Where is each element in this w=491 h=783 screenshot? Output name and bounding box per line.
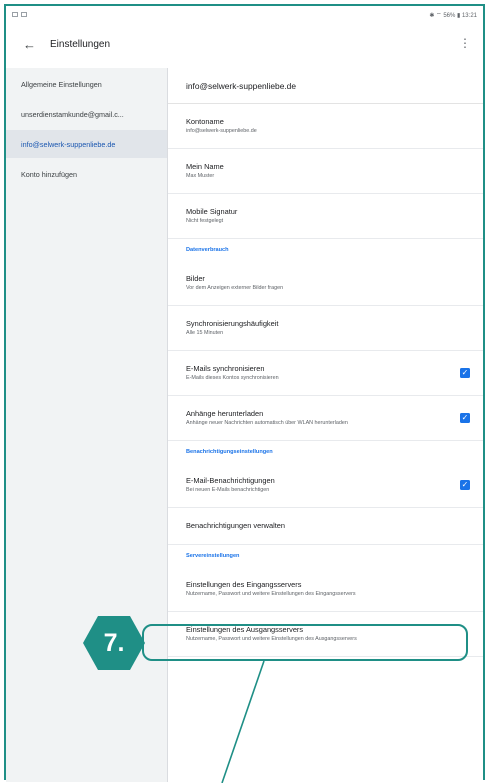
sync-emails-checkbox[interactable]: ✓ bbox=[460, 368, 470, 378]
arrow-left-icon[interactable]: ← bbox=[23, 38, 36, 52]
setting-summary: Nicht festgelegt bbox=[186, 218, 224, 224]
setting-title: Einstellungen des Eingangsservers bbox=[186, 580, 302, 589]
settings-panel: info@selwerk-suppenliebe.de Kontoname in… bbox=[168, 68, 483, 780]
callout-step-number: 7. bbox=[103, 628, 125, 657]
setting-summary: E-Mails dieses Kontos synchronisieren bbox=[186, 375, 279, 381]
setting-summary: Alle 15 Minuten bbox=[186, 330, 224, 336]
notification-icon bbox=[12, 12, 18, 17]
setting-title: E-Mails synchronisieren bbox=[186, 364, 265, 373]
sidebar-item-account-selwerk[interactable]: info@selwerk-suppenliebe.de bbox=[6, 130, 167, 158]
setting-title: Anhänge herunterladen bbox=[186, 409, 264, 418]
setting-sync-emails[interactable]: E-Mails synchronisieren E-Mails dieses K… bbox=[168, 351, 483, 396]
setting-images[interactable]: Bilder Vor dem Anzeigen externer Bilder … bbox=[168, 261, 483, 306]
page-title: Einstellungen bbox=[50, 39, 111, 50]
setting-summary: Bei neuen E-Mails benachrichtigen bbox=[186, 487, 270, 493]
setting-account-name[interactable]: Kontoname info@selwerk-suppenliebe.de bbox=[168, 104, 483, 149]
setting-title: Mobile Signatur bbox=[186, 207, 238, 216]
status-indicators: ✱ ⌔ 56% ▮ 13:21 bbox=[429, 13, 477, 19]
setting-mobile-signature[interactable]: Mobile Signatur Nicht festgelegt bbox=[168, 194, 483, 239]
sidebar-item-account-gmail[interactable]: unserdienstamkunde@gmail.c... bbox=[6, 100, 167, 128]
setting-summary: Nutzername, Passwort und weitere Einstel… bbox=[186, 591, 356, 597]
settings-sidebar: Allgemeine Einstellungen unserdienstamku… bbox=[6, 68, 168, 782]
status-bar: ✱ ⌔ 56% ▮ 13:21 bbox=[6, 6, 483, 26]
section-header-data-usage: Datenverbrauch bbox=[186, 247, 229, 253]
setting-summary: info@selwerk-suppenliebe.de bbox=[186, 128, 257, 134]
email-notifications-checkbox[interactable]: ✓ bbox=[460, 480, 470, 490]
setting-download-attachments[interactable]: Anhänge herunterladen Anhänge neuer Nach… bbox=[168, 396, 483, 441]
setting-summary: Nutzername, Passwort und weitere Einstel… bbox=[186, 636, 357, 642]
notification-icons bbox=[12, 12, 27, 17]
setting-title: Benachrichtigungen verwalten bbox=[186, 521, 286, 530]
setting-summary: Vor dem Anzeigen externer Bilder fragen bbox=[186, 285, 284, 291]
sidebar-item-general[interactable]: Allgemeine Einstellungen bbox=[6, 70, 167, 98]
setting-outgoing-server[interactable]: Einstellungen des Ausgangsservers Nutzer… bbox=[168, 612, 483, 657]
notification-icon bbox=[21, 12, 27, 17]
setting-title: Synchronisierungshäufigkeit bbox=[186, 319, 279, 328]
section-header-server: Servereinstellungen bbox=[186, 553, 240, 559]
setting-title: Mein Name bbox=[186, 162, 224, 171]
setting-title: Einstellungen des Ausgangsservers bbox=[186, 625, 304, 634]
setting-summary: Max Muster bbox=[186, 173, 215, 179]
sidebar-item-add-account[interactable]: Konto hinzufügen bbox=[6, 160, 167, 188]
more-vert-icon[interactable]: ⋮ bbox=[459, 36, 471, 50]
app-bar: ← Einstellungen ⋮ bbox=[6, 26, 483, 68]
tablet-frame: ✱ ⌔ 56% ▮ 13:21 ← Einstellungen ⋮ Allgem… bbox=[4, 4, 485, 782]
setting-title: Kontoname bbox=[186, 117, 224, 126]
setting-manage-notifications[interactable]: Benachrichtigungen verwalten bbox=[168, 508, 483, 545]
setting-summary: Anhänge neuer Nachrichten automatisch üb… bbox=[186, 420, 348, 426]
setting-title: E-Mail-Benachrichtigungen bbox=[186, 476, 275, 485]
setting-incoming-server[interactable]: Einstellungen des Eingangsservers Nutzer… bbox=[168, 567, 483, 612]
account-email-header: info@selwerk-suppenliebe.de bbox=[168, 68, 483, 104]
section-header-notifications: Benachrichtigungseinstellungen bbox=[186, 449, 273, 455]
setting-sync-frequency[interactable]: Synchronisierungshäufigkeit Alle 15 Minu… bbox=[168, 306, 483, 351]
setting-my-name[interactable]: Mein Name Max Muster bbox=[168, 149, 483, 194]
setting-email-notifications[interactable]: E-Mail-Benachrichtigungen Bei neuen E-Ma… bbox=[168, 463, 483, 508]
setting-title: Bilder bbox=[186, 274, 205, 283]
download-attachments-checkbox[interactable]: ✓ bbox=[460, 413, 470, 423]
